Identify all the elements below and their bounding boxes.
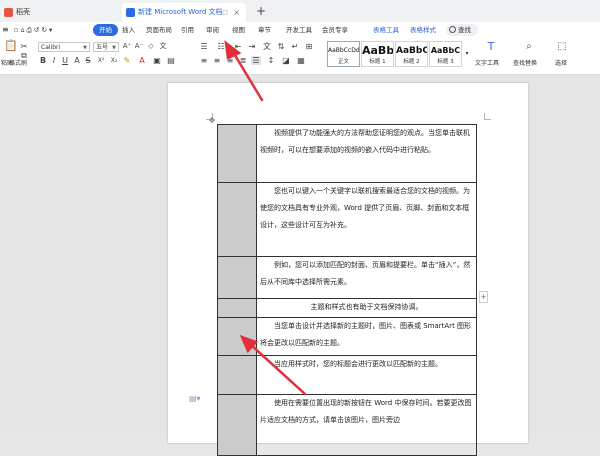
annotation-arrows [224, 40, 307, 396]
annotation-arrowhead [224, 40, 242, 60]
annotation-arrow-to-distribute [231, 50, 264, 102]
annotation-arrow-to-cell [248, 342, 307, 396]
